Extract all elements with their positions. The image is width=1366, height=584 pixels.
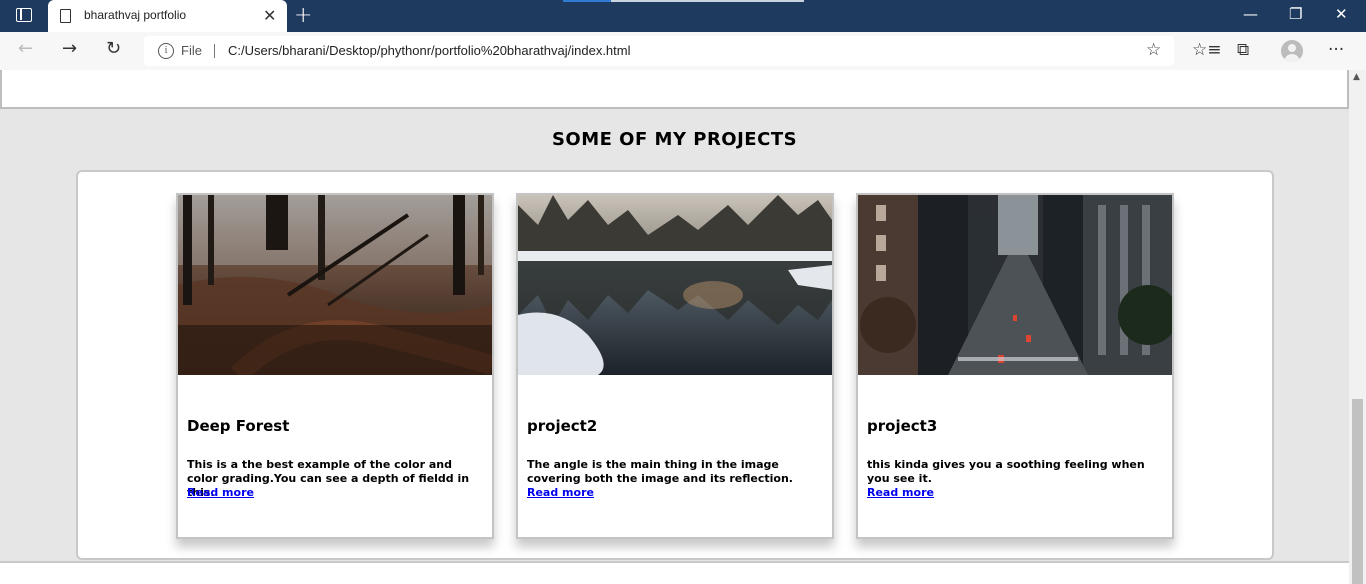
tab-actions-icon[interactable] xyxy=(16,8,32,22)
close-window-icon[interactable]: ✕ xyxy=(1335,5,1348,23)
back-icon[interactable]: ← xyxy=(18,38,33,59)
lake-image xyxy=(518,195,832,375)
collections-icon[interactable]: ⧉ xyxy=(1237,40,1249,60)
project-card: project3 this kinda gives you a soothing… xyxy=(856,193,1174,539)
scroll-thumb[interactable] xyxy=(1352,399,1363,584)
browser-tab[interactable]: bharathvaj portfolio ✕ xyxy=(48,0,287,32)
project-card: project2 The angle is the main thing in … xyxy=(516,193,834,539)
add-favorite-icon[interactable]: ☆ xyxy=(1146,40,1161,60)
navigation-bar: ← → ↻ i File C:/Users/bharani/Desktop/ph… xyxy=(0,32,1366,70)
forest-image xyxy=(178,195,492,375)
more-menu-icon[interactable]: ··· xyxy=(1328,40,1344,60)
new-tab-button[interactable]: + xyxy=(294,3,312,28)
tab-title: bharathvaj portfolio xyxy=(84,8,187,22)
next-section xyxy=(0,563,1349,584)
restore-icon[interactable]: ❐ xyxy=(1289,5,1302,23)
read-more-link[interactable]: Read more xyxy=(187,486,254,499)
forward-icon[interactable]: → xyxy=(62,38,77,59)
info-icon[interactable]: i xyxy=(158,43,174,59)
profile-avatar[interactable] xyxy=(1281,40,1303,62)
url-text[interactable]: C:/Users/bharani/Desktop/phythonr/portfo… xyxy=(228,43,631,58)
project-title: project3 xyxy=(867,417,938,435)
city-image xyxy=(858,195,1172,375)
section-title: SOME OF MY PROJECTS xyxy=(551,129,798,150)
page-icon xyxy=(60,9,71,23)
project-title: Deep Forest xyxy=(187,417,290,435)
vertical-scrollbar[interactable]: ▲ xyxy=(1349,70,1366,584)
loading-bar xyxy=(563,0,804,2)
read-more-link[interactable]: Read more xyxy=(867,486,934,499)
refresh-icon[interactable]: ↻ xyxy=(106,38,121,59)
scroll-up-icon[interactable]: ▲ xyxy=(1353,72,1360,82)
page-viewport: SOME OF MY PROJECTS Deep Forest This is … xyxy=(0,70,1349,584)
address-bar[interactable]: i File C:/Users/bharani/Desktop/phythonr… xyxy=(144,36,1174,66)
previous-section xyxy=(0,70,1349,109)
projects-container: Deep Forest This is a the best example o… xyxy=(76,170,1274,560)
favorites-icon[interactable]: ☆≡ xyxy=(1192,40,1221,60)
file-label: File xyxy=(181,43,202,58)
project-description: this kinda gives you a soothing feeling … xyxy=(867,458,1145,485)
project-description: The angle is the main thing in the image… xyxy=(527,458,793,485)
title-bar: bharathvaj portfolio ✕ + — ❐ ✕ xyxy=(0,0,1366,32)
close-tab-icon[interactable]: ✕ xyxy=(263,6,276,25)
project-card: Deep Forest This is a the best example o… xyxy=(176,193,494,539)
read-more-link[interactable]: Read more xyxy=(527,486,594,499)
project-title: project2 xyxy=(527,417,598,435)
minimize-icon[interactable]: — xyxy=(1243,5,1258,23)
url-separator xyxy=(214,44,215,58)
